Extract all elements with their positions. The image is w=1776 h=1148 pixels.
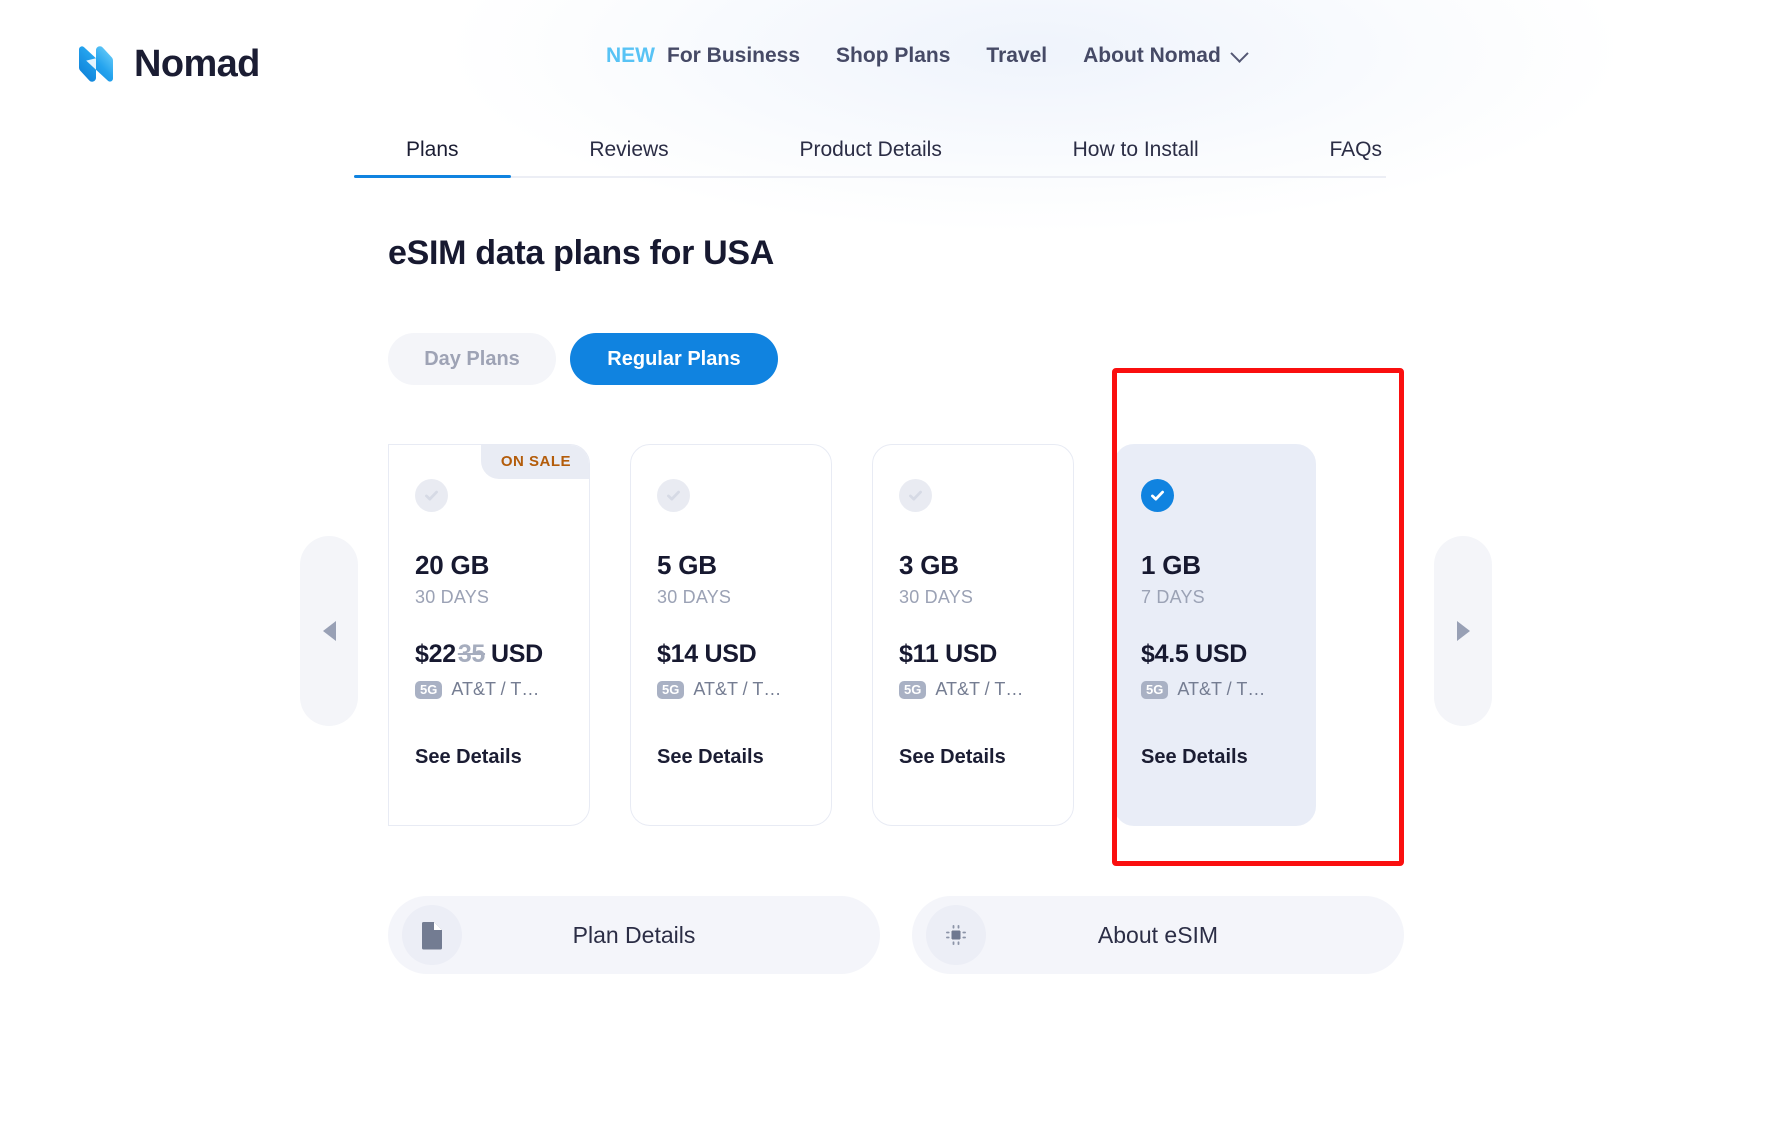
see-details-link[interactable]: See Details xyxy=(1141,746,1248,769)
menu-item-shop-plans[interactable]: Shop Plans xyxy=(836,44,950,68)
menu-item-about-nomad[interactable]: About Nomad xyxy=(1083,43,1249,68)
plan-card-list: ON SALE 20 GB 30 DAYS $2235 USD 5G AT&T /… xyxy=(388,444,1316,826)
regular-plans-button[interactable]: Regular Plans xyxy=(570,333,778,385)
plan-price-currency: USD xyxy=(704,640,757,668)
about-esim-button[interactable]: About eSIM xyxy=(912,896,1404,974)
plan-card-1gb[interactable]: 1 GB 7 DAYS $4.5 USD 5G AT&T / T… See De… xyxy=(1114,444,1316,826)
plan-carousel: ON SALE 20 GB 30 DAYS $2235 USD 5G AT&T /… xyxy=(300,444,1500,834)
plan-card-3gb[interactable]: 3 GB 30 DAYS $11 USD 5G AT&T / T… See De… xyxy=(872,444,1074,826)
network-5g-badge: 5G xyxy=(1141,680,1169,699)
see-details-link[interactable]: See Details xyxy=(899,746,1006,769)
arrow-left-icon xyxy=(322,621,336,641)
day-plans-button[interactable]: Day Plans xyxy=(388,333,556,385)
sim-chip-icon xyxy=(926,905,986,965)
check-icon xyxy=(909,490,922,501)
see-details-link[interactable]: See Details xyxy=(415,746,522,769)
plan-price-current: $4.5 xyxy=(1141,640,1189,668)
document-icon-glyph xyxy=(422,922,442,950)
plan-type-toggle: Day Plans Regular Plans xyxy=(388,333,778,385)
tab-product-details[interactable]: Product Details xyxy=(795,138,945,176)
tab-plans[interactable]: Plans xyxy=(354,138,510,178)
plan-data-size: 5 GB xyxy=(657,550,717,580)
network-carriers: AT&T / T… xyxy=(451,679,540,699)
plan-card-20gb[interactable]: ON SALE 20 GB 30 DAYS $2235 USD 5G AT&T /… xyxy=(388,444,590,826)
plan-duration: 7 DAYS xyxy=(1141,587,1205,607)
plan-card-5gb[interactable]: 5 GB 30 DAYS $14 USD 5G AT&T / T… See De… xyxy=(630,444,832,826)
plan-select-checkbox[interactable] xyxy=(899,479,932,512)
plan-network-row: 5G AT&T / T… xyxy=(1141,679,1289,700)
brand-wordmark: Nomad xyxy=(134,42,260,85)
plan-data-size: 20 GB xyxy=(415,550,490,580)
menu-item-travel[interactable]: Travel xyxy=(986,44,1047,68)
tab-reviews[interactable]: Reviews xyxy=(585,138,672,176)
on-sale-badge: ON SALE xyxy=(480,445,589,479)
menu-item-for-business[interactable]: For Business xyxy=(667,44,800,68)
plan-price-current: $11 xyxy=(899,640,939,668)
check-icon xyxy=(1151,490,1164,501)
plan-select-checkbox[interactable] xyxy=(657,479,690,512)
plan-price-original: 35 xyxy=(457,640,486,668)
network-5g-badge: 5G xyxy=(415,680,443,699)
plan-price: $4.5 USD xyxy=(1141,640,1289,669)
network-5g-badge: 5G xyxy=(657,680,685,699)
plan-data-size: 1 GB xyxy=(1141,550,1201,580)
info-button-row: Plan Details About eSIM xyxy=(388,896,1404,974)
page-root: Nomad NEW For Business Shop Plans Travel… xyxy=(0,0,1776,1148)
tab-how-to-install[interactable]: How to Install xyxy=(1069,138,1203,176)
new-badge-label: NEW xyxy=(606,44,655,67)
network-5g-badge: 5G xyxy=(899,680,927,699)
network-carriers: AT&T / T… xyxy=(935,679,1024,699)
arrow-right-icon xyxy=(1456,621,1470,641)
brand-logo[interactable]: Nomad xyxy=(72,40,260,88)
menu-item-about-nomad-label: About Nomad xyxy=(1083,44,1221,67)
plan-duration: 30 DAYS xyxy=(657,587,732,607)
tab-faqs[interactable]: FAQs xyxy=(1325,138,1386,176)
page-title: eSIM data plans for USA xyxy=(388,234,775,272)
plan-duration: 30 DAYS xyxy=(899,587,974,607)
plan-details-button[interactable]: Plan Details xyxy=(388,896,880,974)
nomad-n-logo-icon xyxy=(79,46,113,82)
plan-network-row: 5G AT&T / T… xyxy=(899,679,1047,700)
plan-price-currency: USD xyxy=(945,640,997,668)
sim-chip-icon-glyph xyxy=(946,925,966,945)
check-icon xyxy=(667,490,680,501)
plan-select-checkbox[interactable] xyxy=(1141,479,1174,512)
plan-price-currency: USD xyxy=(491,640,543,668)
check-icon xyxy=(425,490,438,501)
see-details-link[interactable]: See Details xyxy=(657,746,764,769)
plan-price-current: $14 xyxy=(657,640,698,668)
top-navigation-bar: Nomad NEW For Business Shop Plans Travel… xyxy=(0,0,1776,128)
carousel-prev-button[interactable] xyxy=(300,536,358,726)
plan-data-size: 3 GB xyxy=(899,550,959,580)
plan-price: $14 USD xyxy=(657,640,805,669)
product-tabs: Plans Reviews Product Details How to Ins… xyxy=(354,126,1386,178)
chevron-down-icon xyxy=(1230,43,1249,63)
primary-menu: NEW For Business Shop Plans Travel About… xyxy=(606,43,1249,68)
plan-network-row: 5G AT&T / T… xyxy=(657,679,805,700)
plan-price-current: $22 xyxy=(415,640,456,668)
plan-price-currency: USD xyxy=(1195,640,1248,668)
plan-price: $2235 USD xyxy=(415,640,563,669)
carousel-next-button[interactable] xyxy=(1434,536,1492,726)
network-carriers: AT&T / T… xyxy=(693,679,782,699)
document-icon xyxy=(402,905,462,965)
plan-duration: 30 DAYS xyxy=(415,587,490,607)
plan-select-checkbox[interactable] xyxy=(415,479,448,512)
plan-price: $11 USD xyxy=(899,640,1047,669)
network-carriers: AT&T / T… xyxy=(1177,679,1266,699)
plan-network-row: 5G AT&T / T… xyxy=(415,679,563,700)
